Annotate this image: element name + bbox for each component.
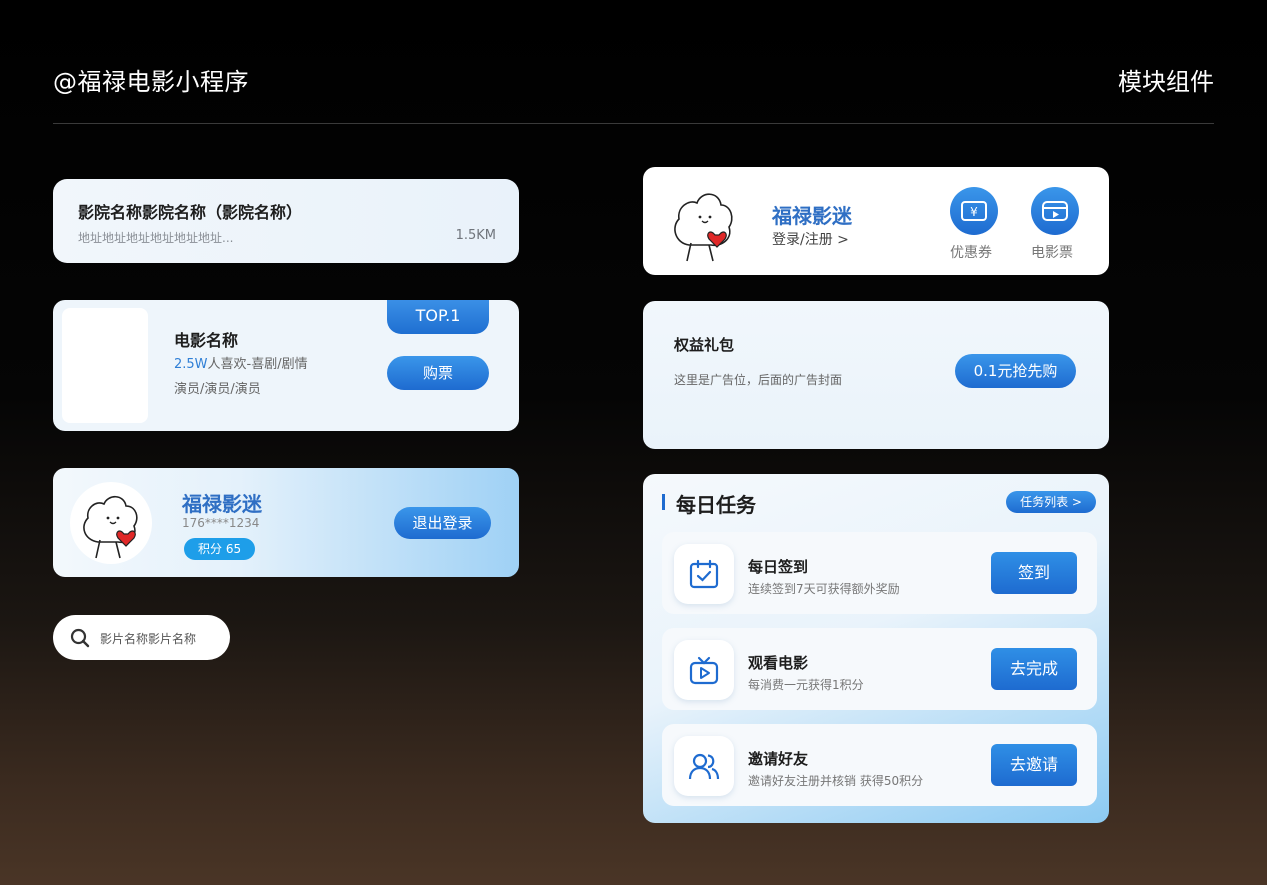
user-name: 福禄影迷 (182, 492, 262, 516)
movie-title: 电影名称 (174, 331, 239, 350)
avatar (70, 482, 152, 564)
ticket-icon[interactable] (1031, 187, 1079, 235)
page-title-right: 模块组件 (1118, 68, 1214, 96)
page-title-left: @福禄电影小程序 (53, 68, 249, 96)
likes-genre: 人喜欢-喜剧/剧情 (207, 357, 308, 372)
coupon-label[interactable]: 优惠券 (950, 242, 992, 262)
svg-text:¥: ¥ (970, 205, 978, 219)
presale-buy-button[interactable]: 0.1元抢先购 (955, 354, 1076, 388)
friends-icon (674, 736, 734, 796)
calendar-check-icon (674, 544, 734, 604)
buy-ticket-button[interactable]: 购票 (387, 356, 489, 390)
points-badge: 积分 65 (184, 538, 256, 560)
avatar (667, 183, 743, 263)
cinema-distance: 1.5KM (455, 228, 496, 243)
task-name: 邀请好友 (748, 750, 809, 768)
login-register-link[interactable]: 登录/注册 > (772, 229, 849, 249)
gift-title: 权益礼包 (674, 336, 735, 354)
movie-poster (62, 308, 148, 423)
task-list-button[interactable]: 任务列表 > (1006, 491, 1096, 513)
likes-count: 2.5W (174, 357, 208, 372)
member-card: 福禄影迷 登录/注册 > ¥ 优惠券 电影票 (643, 167, 1109, 275)
user-phone: 176****1234 (182, 516, 260, 530)
task-item: 每日签到 连续签到7天可获得额外奖励 签到 (662, 532, 1097, 614)
gift-description: 这里是广告位，后面的广告封面 (674, 373, 843, 387)
header-divider (53, 123, 1214, 124)
invite-button[interactable]: 去邀请 (991, 744, 1077, 786)
title-accent-bar (662, 494, 665, 510)
task-description: 邀请好友注册并核销 获得50积分 (748, 774, 924, 788)
task-name: 每日签到 (748, 558, 809, 576)
daily-tasks-card: 每日任务 任务列表 > 每日签到 连续签到7天可获得额外奖励 签到 观看电影 每… (643, 474, 1109, 823)
member-name: 福禄影迷 (772, 204, 852, 228)
task-description: 连续签到7天可获得额外奖励 (748, 582, 900, 596)
user-card: 福禄影迷 176****1234 积分 65 退出登录 (53, 468, 519, 577)
task-name: 观看电影 (748, 654, 809, 672)
cinema-address: 地址地址地址地址地址地址... (78, 231, 234, 245)
ticket-label[interactable]: 电影票 (1031, 242, 1073, 262)
cinema-card[interactable]: 影院名称影院名称（影院名称） 地址地址地址地址地址地址... 1.5KM (53, 179, 519, 263)
movie-likes: 2.5W人喜欢-喜剧/剧情 (174, 353, 308, 372)
movie-cast: 演员/演员/演员 (174, 382, 261, 397)
task-description: 每消费一元获得1积分 (748, 678, 864, 692)
coupon-icon[interactable]: ¥ (950, 187, 998, 235)
search-icon (70, 628, 90, 652)
task-item: 邀请好友 邀请好友注册并核销 获得50积分 去邀请 (662, 724, 1097, 806)
tv-play-icon (674, 640, 734, 700)
top-badge: TOP.1 (387, 300, 489, 334)
search-placeholder: 影片名称影片名称 (100, 632, 197, 646)
logout-button[interactable]: 退出登录 (394, 507, 491, 539)
tasks-title: 每日任务 (676, 493, 756, 517)
movie-card[interactable]: 电影名称 2.5W人喜欢-喜剧/剧情 演员/演员/演员 TOP.1 购票 (53, 300, 519, 431)
sign-in-button[interactable]: 签到 (991, 552, 1077, 594)
complete-button[interactable]: 去完成 (991, 648, 1077, 690)
task-item: 观看电影 每消费一元获得1积分 去完成 (662, 628, 1097, 710)
search-bar[interactable]: 影片名称影片名称 (53, 615, 230, 660)
cinema-name: 影院名称影院名称（影院名称） (78, 203, 303, 222)
gift-package-card: 权益礼包 这里是广告位，后面的广告封面 0.1元抢先购 (643, 301, 1109, 449)
